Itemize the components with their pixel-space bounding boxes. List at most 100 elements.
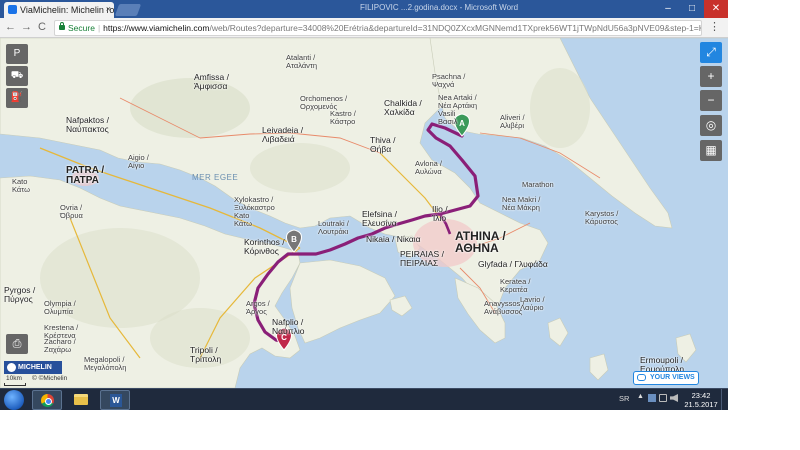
reload-icon[interactable]: C <box>38 21 46 33</box>
minimize-button[interactable]: – <box>656 0 680 18</box>
place-zacharo: Zacharo / Ζαχάρω <box>44 337 76 354</box>
taskbar-word[interactable]: W <box>100 390 130 410</box>
viamichelin-favicon-icon <box>8 5 17 14</box>
url-separator: | <box>97 23 101 33</box>
place-avlona: Avlona / Αυλώνα <box>415 159 442 176</box>
place-aigio: Aigio / Αίγιο <box>128 153 149 170</box>
map-scale: 10km © ©Michelin <box>4 375 104 386</box>
place-olympia: Olympia / Ολυμπία <box>44 299 76 316</box>
scale-label: 10km <box>6 375 22 382</box>
start-button[interactable] <box>4 390 24 410</box>
terrain-shade <box>250 143 350 193</box>
browser-tab[interactable]: ViaMichelin: Michelin ro × <box>4 2 114 18</box>
maximize-button[interactable]: □ <box>680 0 704 18</box>
windows-taskbar: W SR ▲ 23:42 21.5.2017 <box>0 388 728 410</box>
place-ilio: Ilio / Ίλιο <box>432 204 448 223</box>
background-window-title: FILIPOVIC ...2.godina.docx - Microsoft W… <box>360 3 519 12</box>
place-megalopoli: Megalopoli / Μεγαλόπολη <box>84 355 127 372</box>
map-layers-button[interactable]: ▦ <box>700 140 722 161</box>
volume-icon[interactable] <box>670 394 678 402</box>
taskbar-chrome[interactable] <box>32 390 62 410</box>
place-peiraias: PEIRAIAS / ΠΕΙΡΑΙΑΣ <box>400 249 444 268</box>
sea-label-gulf: MER EGEE <box>192 173 239 182</box>
url-path: /web/Routes?departure=34008%20Erétria&de… <box>209 23 701 33</box>
tab-title: ViaMichelin: Michelin ro <box>20 5 114 15</box>
place-marathon: Marathon <box>522 180 554 189</box>
place-korinthos: Korinthos / Κόρινθος <box>244 237 285 256</box>
place-psachna: Psachna / Ψαχνά <box>432 72 466 89</box>
place-atalanti: Atalanti / Αταλάντη <box>286 53 318 70</box>
back-arrow-icon[interactable]: ← <box>5 21 16 33</box>
chrome-icon <box>41 394 54 407</box>
terrain-shade <box>130 78 250 138</box>
place-athina: ATHINA / ΑΘΗΝΑ <box>455 229 506 255</box>
place-argos: Argos / Άργος <box>246 299 270 316</box>
fullscreen-button[interactable]: ⤢ <box>700 42 722 63</box>
zoom-out-button[interactable]: − <box>700 90 722 111</box>
place-livadeia: Leivadeia / Λιβαδειά <box>262 125 304 144</box>
show-desktop-button[interactable] <box>721 389 728 410</box>
language-indicator[interactable]: SR <box>619 394 629 403</box>
place-loutraki: Loutraki / Λουτράκι <box>318 219 349 236</box>
lock-icon <box>59 22 65 30</box>
place-thiva: Thiva / Θήβα <box>370 135 396 154</box>
place-nafpaktos: Nafpaktos / Ναύπακτος <box>66 115 109 134</box>
address-toolbar: ← → C Secure | https://www.viamichelin.com… <box>0 18 728 38</box>
folder-icon <box>74 394 88 405</box>
place-chalkida: Chalkida / Χαλκίδα <box>384 98 422 117</box>
place-nea-makri: Nea Makri / Νέα Μάκρη <box>502 195 541 212</box>
place-tripoli: Tripoli / Τρίπολη <box>190 345 222 364</box>
secure-label: Secure <box>68 23 95 33</box>
browser-title-bar: ViaMichelin: Michelin ro × FILIPOVIC ...… <box>0 0 728 18</box>
url-bar[interactable]: Secure | https://www.viamichelin.com/web/R… <box>54 20 702 36</box>
tab-close-icon[interactable]: × <box>106 4 111 14</box>
print-icon[interactable]: ⎙ <box>6 334 28 354</box>
your-views-button[interactable]: YOUR VIEWS <box>633 371 699 385</box>
action-center-flag-icon[interactable] <box>648 394 656 402</box>
browser-menu-icon[interactable]: ⋮ <box>709 20 720 33</box>
system-clock[interactable]: 23:42 21.5.2017 <box>684 391 718 409</box>
place-glyfada: Glyfada / Γλυφάδα <box>478 259 548 269</box>
new-tab-button[interactable] <box>114 4 142 16</box>
fuel-pump-icon[interactable]: ⛽ <box>6 88 28 108</box>
place-nikaia: Nikaia / Νίκαια <box>366 234 421 244</box>
marker-b-label: B <box>291 235 297 244</box>
place-patra: PATRA / ΠΑΤΡΑ <box>66 165 105 186</box>
place-nea-artaki: Nea Artaki / Νέα Αρτάκη Vasili Βασιλ <box>438 93 478 126</box>
place-keratea: Keratea / Κερατέα <box>500 277 531 294</box>
place-nafplio: Nafplio / Ναύπλιο <box>272 317 305 336</box>
place-aliveri: Aliveri / Αλιβέρι <box>500 113 525 130</box>
close-window-button[interactable]: ✕ <box>704 0 728 18</box>
zoom-in-button[interactable]: + <box>700 66 722 87</box>
place-karystos: Karystos / Κάρυστος <box>585 209 619 226</box>
network-icon[interactable] <box>659 394 667 402</box>
route-map[interactable]: A B C Psachna / Ψαχνά Nea Artaki / Νέα Αρτ… <box>0 38 728 388</box>
place-amfissa: Amfissa / Άμφισσα <box>194 72 229 91</box>
michelin-brand-bar: MICHELIN <box>4 361 62 374</box>
clock-date: 21.5.2017 <box>684 400 718 409</box>
copyright-text: © ©Michelin <box>32 375 68 382</box>
brand-label: MICHELIN <box>18 364 52 371</box>
truck-icon[interactable]: ⛟ <box>6 66 28 86</box>
place-ovria: Ovria / Όβρυα <box>60 203 83 220</box>
michelin-logo-icon <box>7 363 16 372</box>
place-elefsina: Elefsina / Ελευσίνα <box>362 209 397 228</box>
taskbar-file-explorer[interactable] <box>66 390 96 410</box>
locate-button[interactable]: ◎ <box>700 115 722 136</box>
scale-line <box>4 383 26 386</box>
word-icon: W <box>110 394 122 407</box>
place-pyrgos: Pyrgos / Πύργος <box>4 285 36 304</box>
screen: ViaMichelin: Michelin ro × FILIPOVIC ...… <box>0 0 728 410</box>
terrain-shade <box>530 68 590 148</box>
tray-expand-icon[interactable]: ▲ <box>637 393 645 401</box>
chat-bubble-icon <box>637 374 646 381</box>
your-views-label: YOUR VIEWS <box>650 374 695 381</box>
url-host: https://www.viamichelin.com <box>103 23 210 33</box>
forward-arrow-icon[interactable]: → <box>21 21 32 33</box>
window-controls: – □ ✕ <box>656 0 728 18</box>
place-kastro: Kastro / Κάστρο <box>330 109 356 126</box>
parking-button[interactable]: P <box>6 44 28 64</box>
clock-time: 23:42 <box>691 391 711 400</box>
place-kato: Kato Κάτω <box>12 177 30 194</box>
place-xylokastro: Xylokastro / Ξυλόκαστρο Kato Κάτω <box>234 195 275 228</box>
